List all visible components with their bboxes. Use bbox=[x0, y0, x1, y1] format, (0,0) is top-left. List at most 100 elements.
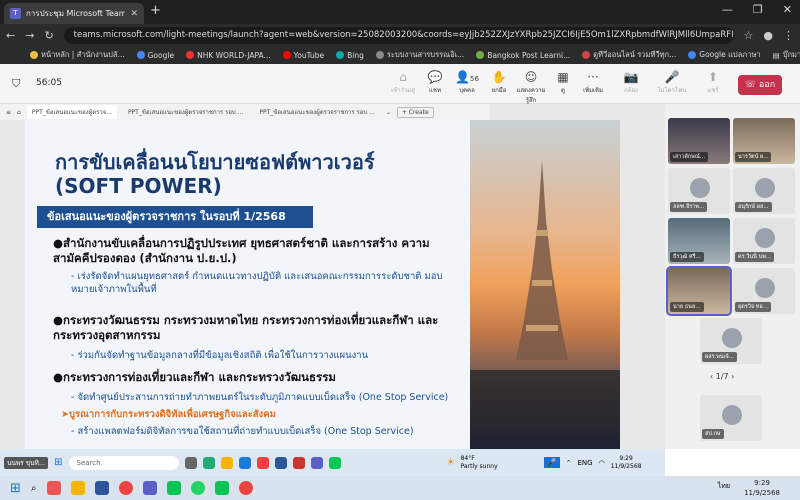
shared-tab[interactable]: PPT_ข้อเสนอแนะของผู้ตรวจ... bbox=[26, 105, 117, 119]
profile-icon[interactable]: ● bbox=[763, 29, 773, 42]
word-icon[interactable] bbox=[94, 481, 109, 495]
bullet-heading: ●กระทรวงการท่องเที่ยวและกีฬา และกระทรวงว… bbox=[53, 370, 336, 384]
browser-tab-bar: T การประชุม Microsoft Teams | Microsoft … bbox=[0, 0, 800, 24]
avatar-icon bbox=[690, 178, 710, 198]
search-input[interactable]: Search bbox=[68, 455, 179, 470]
mic-icon[interactable]: 🎤 bbox=[543, 457, 560, 468]
task-view-icon[interactable] bbox=[184, 456, 197, 469]
chrome-icon[interactable] bbox=[238, 481, 253, 495]
participant-tile[interactable]: เสาวลักษณ์... bbox=[668, 118, 730, 164]
bookmarks-bar: หน้าหลัก | สำนักงานปลั... Google NHK WOR… bbox=[0, 46, 800, 64]
app-icon[interactable] bbox=[46, 481, 61, 495]
bookmark-item[interactable]: หน้าหลัก | สำนักงานปลั... bbox=[30, 49, 125, 61]
menu-icon[interactable]: ≡ bbox=[6, 109, 11, 116]
create-button[interactable]: + Create bbox=[396, 106, 434, 118]
line-icon[interactable] bbox=[214, 481, 229, 495]
bookmark-item[interactable]: Google bbox=[136, 51, 174, 60]
bookmark-item[interactable]: NHK WORLD-JAPA... bbox=[186, 51, 271, 60]
participant-count: 56 bbox=[470, 75, 479, 83]
participant-tile[interactable]: อนุรักษ์ ผล... bbox=[733, 168, 795, 214]
pdf-icon[interactable] bbox=[292, 456, 305, 469]
share-button[interactable]: ⬆ แชร์ bbox=[700, 70, 726, 95]
bookmark-item[interactable]: ดูทีวีออนไลน์ รวมทีวีทุก... bbox=[582, 49, 676, 61]
language-indicator[interactable]: ENG bbox=[577, 459, 592, 467]
bullet-heading: ●กระทรวงวัฒนธรรม กระทรวงมหาดไทย กระทรวงก… bbox=[53, 313, 439, 342]
chevron-right-icon[interactable]: › bbox=[729, 372, 734, 381]
url-field[interactable]: teams.microsoft.com/light-meetings/launc… bbox=[63, 26, 734, 44]
browser-tab[interactable]: T การประชุม Microsoft Teams | Microsoft … bbox=[4, 3, 144, 24]
teams-icon[interactable] bbox=[142, 481, 157, 495]
people-icon: 👤56 bbox=[455, 70, 479, 84]
presentation-slide: การขับเคลื่อนนโยบายซอฟต์พาวเวอร์ (SOFT P… bbox=[25, 120, 620, 450]
google-icon bbox=[136, 51, 145, 59]
reload-icon[interactable]: ↻ bbox=[44, 29, 53, 42]
system-clock[interactable]: 9:29 11/9/2568 bbox=[744, 478, 780, 498]
microphone-button[interactable]: 🎤 ไมโครโฟน bbox=[656, 70, 688, 95]
join-button[interactable]: ⌂ เข้าร่วมสู่ bbox=[390, 70, 416, 95]
leave-button[interactable]: ☏ ออก bbox=[738, 75, 782, 95]
line-icon[interactable] bbox=[166, 481, 181, 495]
word-icon[interactable] bbox=[274, 456, 287, 469]
participant-name: เสาวลักษณ์... bbox=[670, 152, 709, 162]
minimize-icon[interactable]: — bbox=[722, 3, 733, 16]
home-icon[interactable]: ⌂ bbox=[17, 109, 21, 116]
camera-button[interactable]: 📷 กล้อง bbox=[618, 70, 644, 95]
bullet-sub: - สร้างแพลตฟอร์มดิจิทัลการขอใช้สถานที่ถ่… bbox=[71, 426, 414, 437]
file-explorer-icon[interactable] bbox=[220, 456, 233, 469]
maximize-icon[interactable]: ❐ bbox=[753, 3, 763, 16]
participant-tile[interactable]: ยุดรวิจ ทอ... bbox=[733, 268, 795, 314]
avatar-icon bbox=[755, 278, 775, 298]
menu-icon[interactable]: ⋮ bbox=[783, 29, 794, 42]
bookmark-item[interactable]: ระบบงานสารบรรณอิเ... bbox=[375, 49, 464, 61]
participant-tile[interactable]: สป.กษ bbox=[700, 395, 762, 441]
new-tab-button[interactable]: + bbox=[150, 3, 161, 18]
back-icon[interactable]: ← bbox=[6, 29, 15, 42]
chat-button[interactable]: 💬 แชท bbox=[422, 70, 448, 95]
participant-tile[interactable]: ธีรวุฒิ ศรี... bbox=[668, 218, 730, 264]
line-icon[interactable] bbox=[328, 456, 341, 469]
chevron-down-icon[interactable]: ⌄ bbox=[386, 109, 391, 116]
whatsapp-icon[interactable] bbox=[190, 481, 205, 495]
people-button[interactable]: 👤56 บุคคล bbox=[454, 70, 480, 95]
edge-icon[interactable] bbox=[238, 456, 251, 469]
forward-icon[interactable]: → bbox=[25, 29, 34, 42]
app-icon[interactable] bbox=[202, 456, 215, 469]
shared-app-tabs: ≡ ⌂ PPT_ข้อเสนอแนะของผู้ตรวจ... PPT_ข้อเ… bbox=[0, 104, 490, 120]
bookmark-item[interactable]: Google แปลภาษา bbox=[688, 49, 761, 61]
participant-tile[interactable]: ลลฑ.จีราพ... bbox=[668, 168, 730, 214]
chevron-up-icon[interactable]: ⌃ bbox=[566, 459, 572, 467]
participant-tile[interactable]: ผลร.พนเจ้... bbox=[700, 318, 762, 364]
all-bookmarks[interactable]: ▤บุ๊กมาร์กทั้งหมด bbox=[773, 49, 800, 61]
weather-widget[interactable]: 84°F Partly sunny bbox=[461, 455, 498, 471]
bookmark-item[interactable]: Bing bbox=[336, 51, 364, 60]
participant-tile[interactable]: นาย ธนล... bbox=[666, 266, 732, 316]
view-button[interactable]: ▦ ดู bbox=[550, 70, 576, 95]
search-icon[interactable]: ⌕ bbox=[31, 483, 37, 494]
chrome-icon[interactable] bbox=[256, 456, 269, 469]
close-window-icon[interactable]: ✕ bbox=[783, 3, 792, 16]
bookmark-item[interactable]: Bangkok Post Learni... bbox=[476, 51, 570, 60]
bookmark-item[interactable]: YouTube bbox=[282, 51, 324, 60]
more-button[interactable]: ··· เพิ่มเติม bbox=[580, 70, 606, 95]
shared-tab[interactable]: PPT_ข้อเสนอแนะของผู้ตรวจราชการ รอบ ... bbox=[254, 105, 379, 119]
teams-icon[interactable] bbox=[310, 456, 323, 469]
reactions-button[interactable]: ☺ แสดงความรู้สึก bbox=[516, 70, 546, 105]
highlight-text: ➤บูรณาการกับกระทรวงดิจิทัลเพื่อเศรษฐกิจแ… bbox=[61, 409, 276, 420]
participant-name: ยุดรวิจ ทอ... bbox=[735, 302, 771, 312]
start-icon[interactable]: ⊞ bbox=[54, 457, 62, 468]
participant-tile[interactable]: นารวัตน์ ผ... bbox=[733, 118, 795, 164]
start-icon[interactable]: ⊞ bbox=[10, 481, 21, 496]
bullet-sub: - เร่งรัดจัดทำแผนยุทธศาสตร์ กำหนดแนวทางป… bbox=[71, 271, 443, 295]
shared-tab[interactable]: PPT_ข้อเสนอแนะของผู้ตรวจราชการ รอบ ... bbox=[123, 105, 248, 119]
file-explorer-icon[interactable] bbox=[70, 481, 85, 495]
participant-name: สป.กษ bbox=[702, 429, 724, 439]
language-indicator[interactable]: ไทย bbox=[718, 481, 730, 492]
home-icon: ⌂ bbox=[399, 70, 407, 84]
raise-hand-button[interactable]: ✋ ยกมือ bbox=[486, 70, 512, 95]
close-tab-icon[interactable]: ✕ bbox=[130, 9, 138, 19]
share-icon: ⬆ bbox=[707, 70, 719, 84]
participant-tile[interactable]: ดร.วีนนี่ นพ... bbox=[733, 218, 795, 264]
chrome-icon[interactable] bbox=[118, 481, 133, 495]
bullet-heading: ●สำนักงานขับเคลื่อนการปฏิรูปประเทศ ยุทธศ… bbox=[53, 236, 430, 265]
star-icon[interactable]: ☆ bbox=[744, 29, 754, 42]
